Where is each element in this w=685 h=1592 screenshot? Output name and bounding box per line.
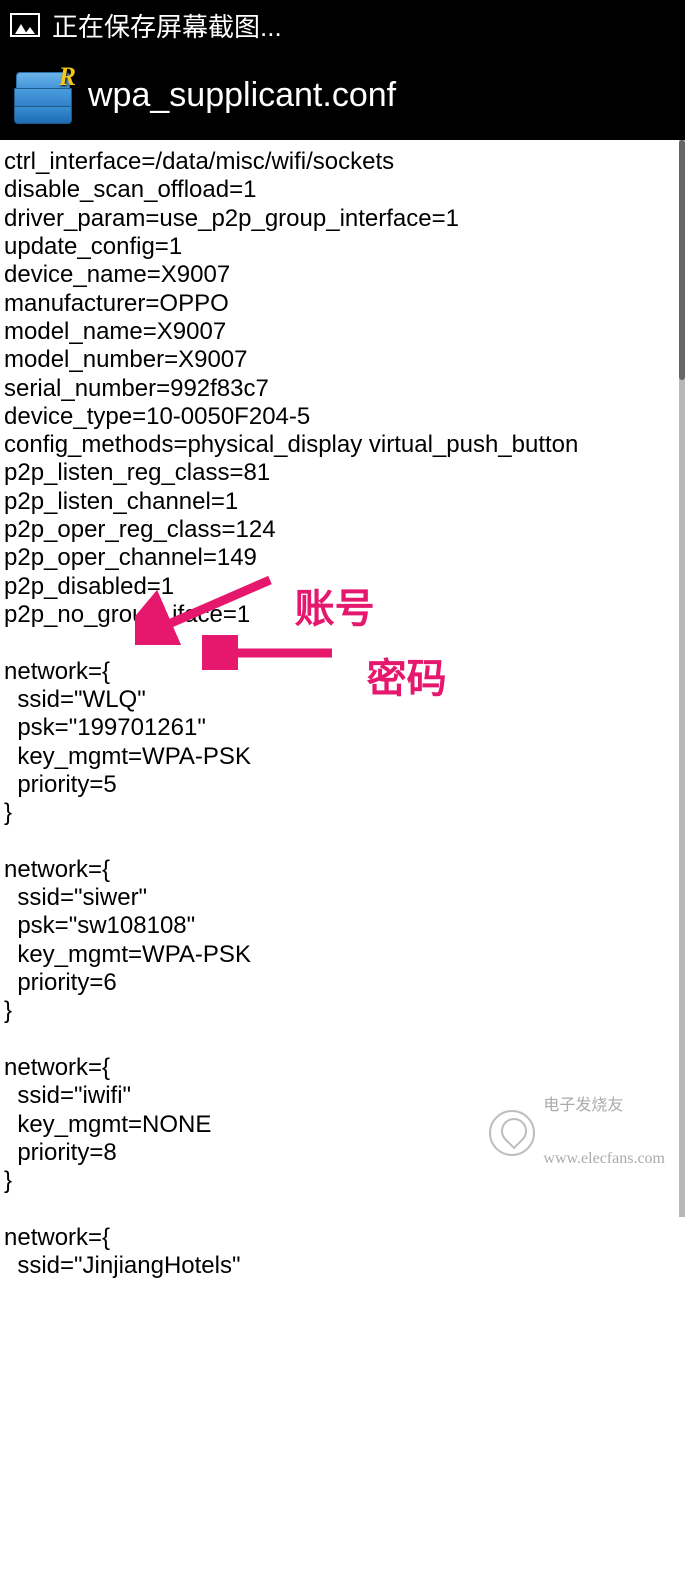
watermark: 电子发烧友 www.elecfans.com	[489, 1062, 665, 1203]
annotation-password-label: 密码	[367, 657, 447, 701]
scrollbar-thumb[interactable]	[679, 140, 685, 380]
app-title: wpa_supplicant.conf	[88, 76, 396, 115]
watermark-text: 电子发烧友 www.elecfans.com	[543, 1062, 665, 1203]
app-icon[interactable]: R	[14, 66, 72, 124]
file-content-area[interactable]: ctrl_interface=/data/misc/wifi/sockets d…	[0, 140, 685, 1217]
arrow-account-icon	[135, 570, 280, 645]
watermark-icon	[489, 1110, 535, 1156]
app-icon-badge: R	[59, 62, 76, 92]
annotation-account-label: 账号	[295, 587, 375, 631]
watermark-line2: www.elecfans.com	[543, 1150, 665, 1168]
app-bar: R wpa_supplicant.conf	[0, 50, 685, 140]
watermark-line1: 电子发烧友	[543, 1097, 665, 1115]
gallery-icon	[10, 13, 40, 37]
arrow-password-icon	[202, 635, 342, 670]
status-saving-text: 正在保存屏幕截图...	[52, 7, 282, 44]
status-bar: 正在保存屏幕截图...	[0, 0, 685, 50]
annotation-password: 密码	[340, 628, 447, 732]
